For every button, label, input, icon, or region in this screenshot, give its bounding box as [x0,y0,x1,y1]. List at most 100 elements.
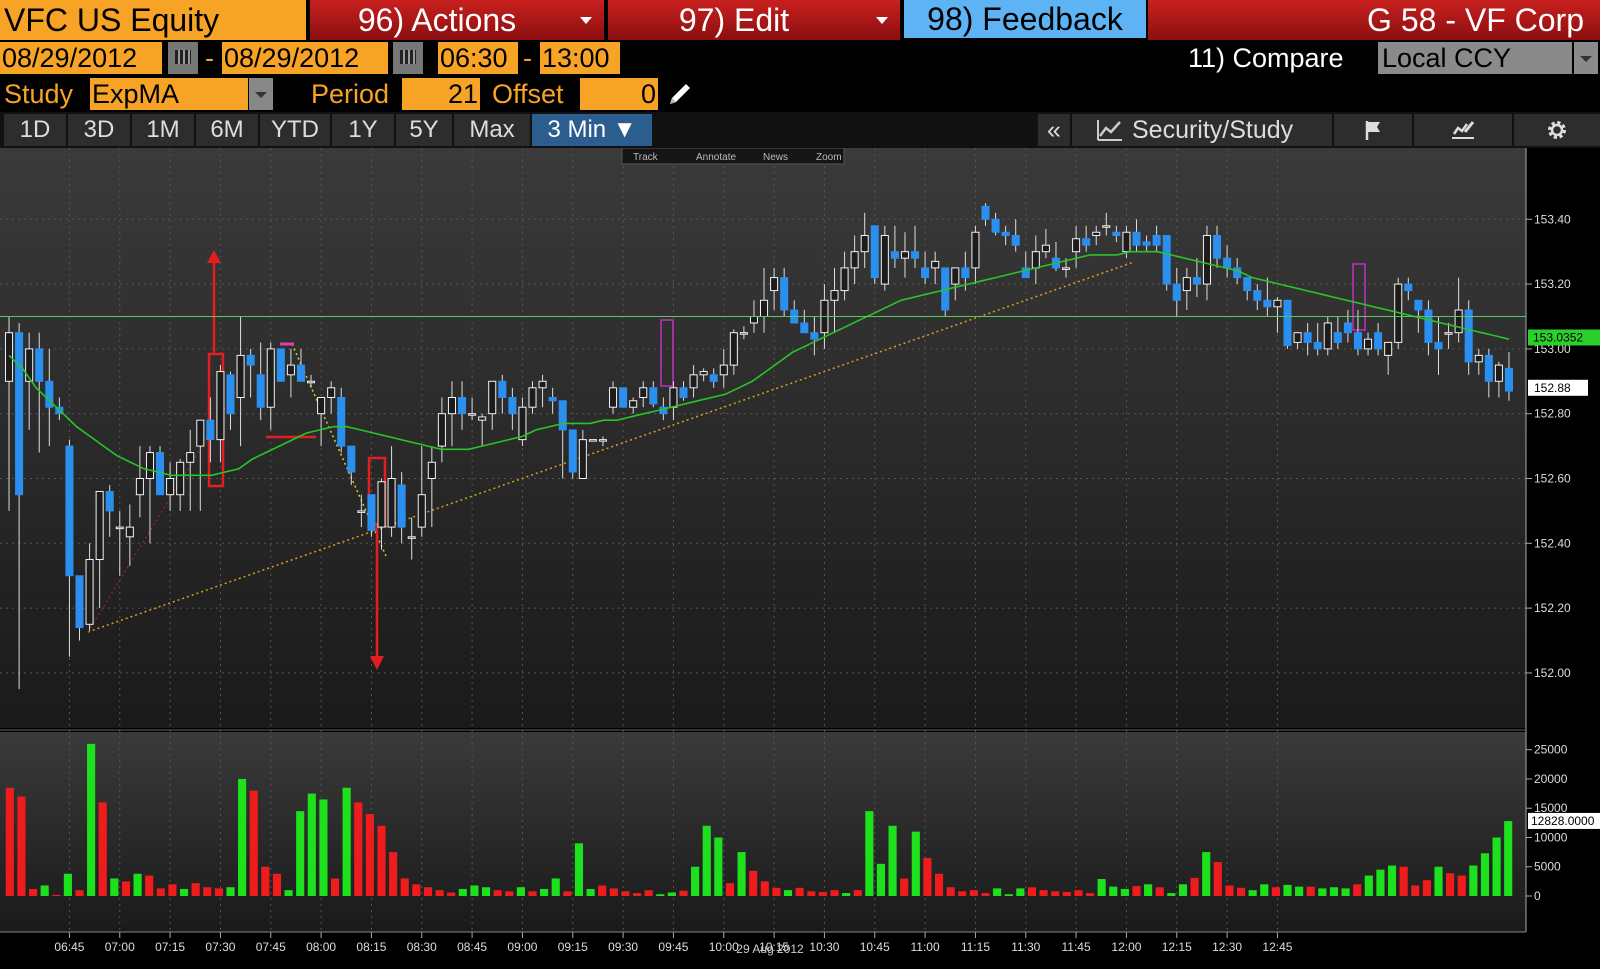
volume-bar [1457,875,1466,896]
chart-area[interactable]: 152.00 152.20 152.40 152.60 152.80 153.00 153.… [0,147,1600,964]
calendar-icon[interactable] [168,42,198,74]
candle [679,387,688,398]
study-value-text: 153.0352 [1533,330,1583,344]
candle [1092,231,1101,236]
volume-bar [1318,888,1327,896]
track-tool[interactable]: Track [633,152,659,163]
tab-5y[interactable]: 5Y [396,114,452,146]
candle [458,396,467,415]
tab-6m[interactable]: 6M [196,114,258,146]
volume-bar [1190,877,1199,896]
currency-dropdown-button[interactable] [1574,42,1598,74]
time-tick-label: 09:00 [507,940,537,954]
volume-bar [458,888,467,896]
candle [1243,277,1252,292]
candle [619,387,628,408]
security-study-button[interactable]: Security/Study [1072,114,1332,146]
annotate-button[interactable] [1414,114,1512,146]
time-tick-label: 07:00 [105,940,135,954]
volume-bar [818,891,827,896]
tab-1d[interactable]: 1D [4,114,66,146]
zoom-tool[interactable]: Zoom [816,152,842,163]
volume-bar [1329,887,1339,896]
time-separator: - [523,43,532,73]
volume-bar [1492,837,1501,896]
compare-button[interactable]: 11) Compare [1188,42,1344,74]
tab-ytd[interactable]: YTD [260,114,330,146]
candle [95,490,104,561]
tab-1y[interactable]: 1Y [332,114,394,146]
volume-bar [853,890,862,896]
volume-bar [888,825,897,896]
volume-bar [110,878,119,896]
candle [256,374,265,408]
flag-button[interactable] [1334,114,1412,146]
volume-bar [191,883,200,896]
security-ticker[interactable]: VFC US Equity [0,0,306,40]
candle [699,371,708,376]
volume-bar [1387,865,1397,896]
volume-bar [1085,893,1095,896]
volume-bar [133,873,142,896]
candle [307,380,316,384]
price-tick-label: 153.20 [1534,277,1571,291]
candle [588,439,597,442]
volume-bar [1027,887,1037,896]
volume-bar [900,878,909,896]
volume-bar [969,890,978,896]
start-date-field[interactable]: 08/29/2012 [0,42,162,74]
candle [1253,290,1262,301]
candle [1172,283,1181,301]
news-tool[interactable]: News [763,152,788,163]
chart-tools-bar[interactable]: Track Annotate News Zoom [621,147,845,165]
currency-select[interactable]: Local CCY [1378,42,1572,74]
candle [780,277,789,311]
security-title: G 58 - VF Corp [1148,0,1600,40]
candle [931,260,940,269]
volume-bar [307,793,316,896]
offset-field[interactable]: 0 [580,78,658,110]
chevron-down-icon [255,92,267,98]
candle [447,396,456,415]
actions-menu-button[interactable]: 96) Actions [310,0,606,40]
end-date-field[interactable]: 08/29/2012 [222,42,388,74]
period-field[interactable]: 21 [402,78,480,110]
edit-menu-button[interactable]: 97) Edit [608,0,902,40]
volume-bar [1480,853,1490,896]
annotate-tool[interactable]: Annotate [696,152,736,163]
collapse-button[interactable]: « [1038,114,1070,146]
volume-bar [609,888,618,896]
start-time-field[interactable]: 06:30 [438,42,518,74]
settings-button[interactable] [1514,114,1600,146]
candle [1213,234,1222,259]
candle [206,419,215,441]
price-tick-label: 152.80 [1534,407,1571,421]
study-value-tag: 153.0352 [1528,329,1600,346]
study-dropdown-button[interactable] [249,78,273,110]
tab-3d[interactable]: 3D [68,114,130,146]
candle [1444,332,1453,335]
volume-bar [1213,862,1222,896]
volume-bar [1353,884,1362,896]
tab-max[interactable]: Max [454,114,530,146]
candle [911,251,920,259]
volume-bar [423,887,433,896]
candle [135,478,144,496]
tab-3min[interactable]: 3 Min ▼ [532,114,652,146]
study-select[interactable]: ExpMA [90,78,248,110]
candle [1132,231,1141,246]
time-tick-label: 10:30 [809,940,839,954]
volume-bar [87,743,96,896]
calendar-icon[interactable] [393,42,423,74]
candle [478,416,487,421]
volume-bar [1178,884,1188,896]
tab-1m[interactable]: 1M [132,114,194,146]
feedback-button[interactable]: 98) Feedback [904,0,1146,38]
end-time-field[interactable]: 13:00 [540,42,620,74]
price-tick-label: 153.40 [1534,212,1571,226]
pencil-icon[interactable] [664,78,696,110]
candle [1001,231,1010,236]
volume-bar [1364,875,1373,896]
chart-canvas[interactable]: 152.00152.20152.40152.60152.80153.00153.… [0,147,1600,964]
security-study-label: Security/Study [1132,116,1294,144]
